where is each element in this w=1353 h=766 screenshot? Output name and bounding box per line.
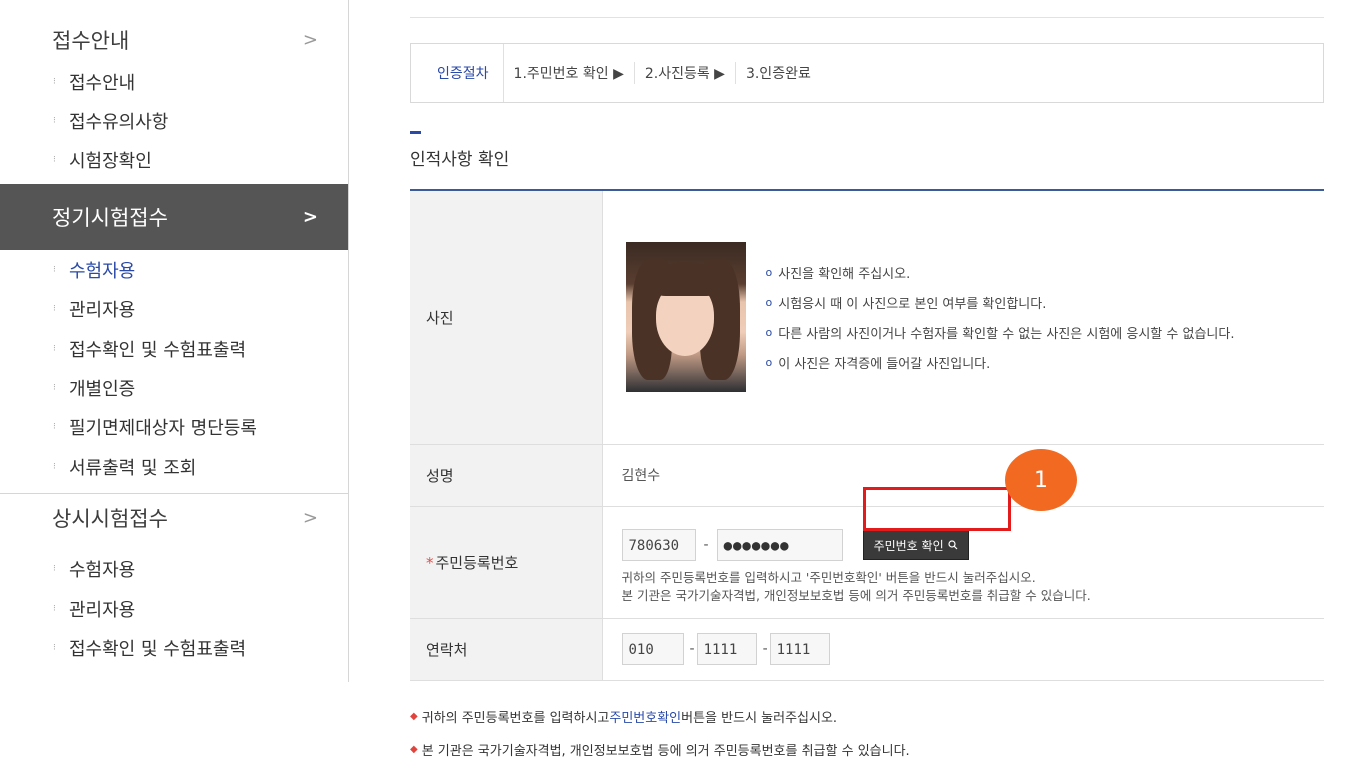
phone-middle-input[interactable]: 1111 (696, 633, 757, 665)
sidebar-section-label: 정기시험접수 (52, 206, 168, 231)
bullet-icon: ⁝ (53, 422, 56, 433)
phone-hyphen: - (762, 641, 768, 657)
list-item: o 사진을 확인해 주십시오. (765, 265, 911, 282)
sidebar-item-label: 접수안내 (69, 72, 136, 94)
step-number-badge: 1 (1005, 449, 1077, 511)
rrn-front-input[interactable]: 780630 (621, 529, 696, 561)
circle-bullet-icon: o (765, 325, 773, 339)
bullet-icon: ⁝ (53, 155, 56, 166)
bullet-icon: ⁝ (53, 343, 56, 354)
bullet-icon: ⁝ (53, 304, 56, 315)
chevron-right-icon: > (302, 29, 318, 51)
bullet-icon: ⁝ (53, 76, 56, 87)
name-label: 성명 (410, 444, 603, 507)
sidebar-item-label: 수험자용 (69, 260, 136, 282)
sidebar: 접수안내 > ⁝ 접수안내 ⁝ 접수유의사항 ⁝ 시험장확인 정기시험접수 > ⁝ 수험… (0, 0, 349, 682)
list-item: o 다른 사람의 사진이거나 수험자를 확인할 수 없는 사진은 시험에 응시할 … (765, 325, 1235, 342)
phone-hyphen: - (689, 641, 695, 657)
photo-notes: o 사진을 확인해 주십시오. o 시험응시 때 이 사진으로 본인 여부를 확인합… (766, 257, 1235, 377)
sidebar-section-label: 접수안내 (52, 29, 130, 53)
auth-steps-bar: 인증절차 1.주민번호 확인 ▶ 2.사진등록 ▶ 3.인증완료 (410, 43, 1324, 103)
required-mark: * (426, 553, 434, 572)
sidebar-item-examinee[interactable]: ⁝ 수험자용 (0, 250, 348, 289)
sidebar-section-reception-guide[interactable]: 접수안내 > (0, 18, 348, 62)
sidebar-item-label: 접수유의사항 (69, 112, 169, 134)
sidebar-section-regular-exam[interactable]: 정기시험접수 > (0, 184, 348, 251)
step-photo-register: 2.사진등록 ▶ (635, 62, 736, 84)
bullet-icon: ⁝ (53, 642, 56, 653)
photo-label: 사진 (410, 190, 603, 445)
applicant-photo (625, 242, 746, 393)
list-item: ◆ 귀하의 주민등록번호를 입력하시고 주민번호확인 버튼을 반드시 눌러주십시… (410, 700, 910, 733)
sidebar-item-label: 서류출력 및 조회 (69, 457, 197, 479)
steps-lead-label: 인증절차 (411, 44, 504, 102)
section-title: 인적사항 확인 (410, 150, 510, 170)
sidebar-item-label: 접수확인 및 수험표출력 (69, 339, 247, 361)
diamond-bullet-icon: ◆ (410, 744, 418, 755)
rrn-check-link[interactable]: 주민번호확인 (609, 707, 681, 726)
notice-list: ◆ 귀하의 주민등록번호를 입력하시고 주민번호확인 버튼을 반드시 눌러주십시… (410, 700, 910, 766)
table-row-phone: 연락처 010 - 1111 - 1111 (410, 618, 1324, 681)
sidebar-item-individual-auth[interactable]: ⁝ 개별인증 (0, 368, 348, 407)
phone-first-input[interactable]: 010 (621, 633, 684, 665)
sidebar-item-label: 시험장확인 (69, 151, 152, 173)
sidebar-item-reception-notes[interactable]: ⁝ 접수유의사항 (0, 101, 348, 140)
bullet-icon: ⁝ (53, 116, 56, 127)
list-item: ◆ 본 기관은 국가기술자격법, 개인정보보호법 등에 의거 주민등록번호를 취… (410, 744, 910, 759)
rrn-help-text: 귀하의 주민등록번호를 입력하시고 '주민번호확인' 버튼을 반드시 눌러주십시… (621, 570, 1091, 603)
rrn-hyphen: - (703, 537, 709, 553)
sidebar-item-label: 접수확인 및 수험표출력 (69, 638, 247, 660)
rrn-back-input[interactable]: ●●●●●●● (716, 529, 843, 561)
phone-label: 연락처 (410, 618, 603, 681)
title-accent-bar (410, 131, 421, 134)
chevron-right-icon: > (302, 507, 318, 529)
step-auth-complete: 3.인증완료 (745, 66, 811, 82)
bullet-icon: ⁝ (53, 461, 56, 472)
bullet-icon: ⁝ (53, 383, 56, 394)
rrn-check-button[interactable]: 주민번호 확인 (862, 530, 969, 560)
sidebar-item-examinee-2[interactable]: ⁝ 수험자용 (0, 550, 348, 589)
sidebar-item-confirm-print[interactable]: ⁝ 접수확인 및 수험표출력 (0, 329, 348, 368)
step-rrn-check: 1.주민번호 확인 ▶ (504, 62, 635, 84)
chevron-right-icon: > (302, 206, 318, 228)
sidebar-item-admin[interactable]: ⁝ 관리자용 (0, 290, 348, 329)
bullet-icon: ⁝ (53, 564, 56, 575)
bullet-icon: ⁝ (53, 603, 56, 614)
sidebar-section-continuous-exam[interactable]: 상시시험접수 > (0, 494, 348, 542)
sidebar-item-admin-2[interactable]: ⁝ 관리자용 (0, 589, 348, 628)
sidebar-item-label: 필기면제대상자 명단등록 (69, 418, 257, 440)
list-item: o이 사진은 자격증에 들어갈 사진입니다. (765, 355, 991, 372)
bullet-icon: ⁝ (53, 264, 56, 275)
sidebar-item-reception-guide[interactable]: ⁝ 접수안내 (0, 62, 348, 101)
circle-bullet-icon: o (765, 295, 773, 309)
sidebar-item-label: 관리자용 (69, 300, 136, 322)
list-item: o 시험응시 때 이 사진으로 본인 여부를 확인합니다. (765, 295, 1047, 312)
sidebar-section-label: 상시시험접수 (52, 506, 168, 531)
search-icon (948, 540, 958, 550)
rrn-check-button-label: 주민번호 확인 (873, 538, 944, 553)
diamond-bullet-icon: ◆ (410, 711, 418, 722)
sidebar-item-label: 수험자용 (69, 560, 136, 582)
phone-last-input[interactable]: 1111 (769, 633, 830, 665)
highlight-box (863, 487, 1011, 531)
sidebar-item-confirm-print-2[interactable]: ⁝ 접수확인 및 수험표출력 (0, 628, 348, 667)
sidebar-item-label: 관리자용 (69, 599, 136, 621)
rrn-label: 주민등록번호 (435, 553, 519, 572)
main-content: 인증절차 1.주민번호 확인 ▶ 2.사진등록 ▶ 3.인증완료 인적사항 확인… (410, 0, 1324, 758)
sidebar-item-label: 개별인증 (69, 379, 136, 401)
table-row-photo: 사진 o 사진을 확인해 주십시오. o 시험응시 때 이 사진으로 본인 여부를 … (410, 190, 1324, 445)
sidebar-item-document-print[interactable]: ⁝ 서류출력 및 조회 (0, 447, 348, 486)
divider (410, 17, 1324, 18)
personal-info-table: 사진 o 사진을 확인해 주십시오. o 시험응시 때 이 사진으로 본인 여부를 … (410, 189, 1324, 681)
sidebar-item-exemption-register[interactable]: ⁝ 필기면제대상자 명단등록 (0, 408, 348, 447)
circle-bullet-icon: o (765, 265, 773, 279)
circle-bullet-icon: o (765, 355, 773, 369)
sidebar-item-exam-site-check[interactable]: ⁝ 시험장확인 (0, 141, 348, 180)
